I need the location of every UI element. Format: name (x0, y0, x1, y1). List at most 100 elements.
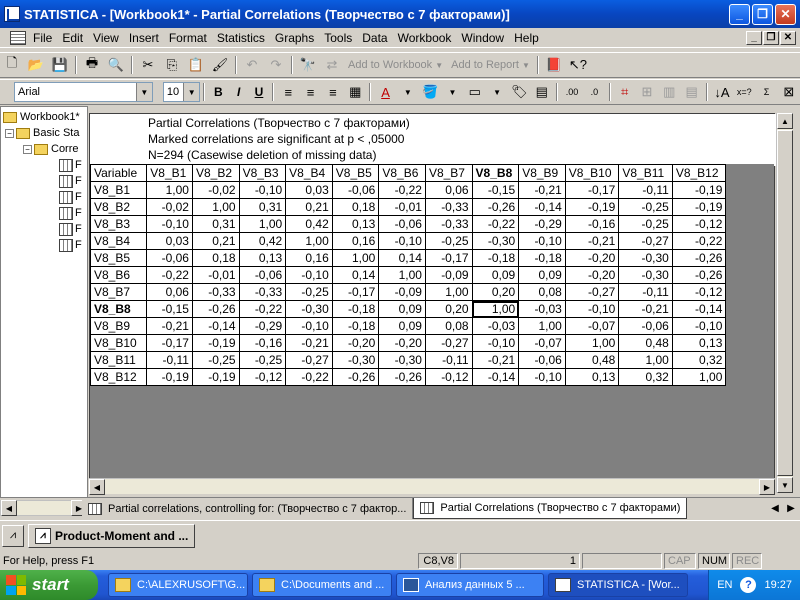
table-cell[interactable]: 0,09 (471, 266, 520, 284)
tree-node-sheet[interactable]: F (59, 157, 82, 173)
collapse-icon[interactable]: − (5, 128, 14, 138)
font-size-select[interactable]: 10 ▼ (162, 82, 201, 102)
table-cell[interactable]: -0,10 (146, 215, 193, 233)
table-cell[interactable]: -0,10 (285, 266, 333, 284)
table-cell[interactable]: -0,06 (146, 249, 193, 267)
table-cell[interactable]: -0,22 (378, 181, 426, 199)
table-cell[interactable]: -0,25 (191, 351, 240, 369)
table-cell[interactable]: -0,30 (285, 300, 333, 318)
table-cell[interactable]: -0,21 (518, 181, 566, 199)
taskbar-item-statistica[interactable]: STATISTICA - [Wor... (548, 573, 688, 597)
table-cell[interactable]: -0,12 (671, 215, 727, 233)
table-cell[interactable]: -0,10 (671, 317, 727, 335)
table-cell[interactable]: -0,10 (564, 300, 620, 318)
table-cell[interactable]: -0,14 (471, 368, 520, 386)
mdi-close-button[interactable]: ✕ (780, 30, 796, 45)
chevron-down-icon[interactable]: ▼ (183, 83, 200, 101)
row-header[interactable]: V8_B5 (89, 249, 148, 267)
table-cell[interactable]: -0,19 (671, 198, 727, 216)
table-cell[interactable]: -0,14 (191, 317, 240, 335)
table-cell[interactable]: -0,01 (191, 266, 240, 284)
table-cell[interactable]: 0,21 (191, 232, 240, 250)
format-cells-icon[interactable]: ▦ (345, 82, 365, 102)
table-cell[interactable]: 0,20 (471, 283, 520, 301)
table-cell[interactable]: -0,26 (191, 300, 240, 318)
table-cell[interactable]: -0,21 (285, 334, 333, 352)
column-header[interactable]: V8_B2 (191, 164, 240, 182)
increase-decimal-icon[interactable]: .00 (562, 82, 582, 102)
sheet-horizontal-scrollbar[interactable]: ◀ ▶ (89, 478, 775, 495)
table-cell[interactable]: -0,27 (564, 283, 620, 301)
help-icon[interactable]: ? (740, 577, 757, 593)
decrease-decimal-icon[interactable]: .0 (584, 82, 604, 102)
table-cell[interactable]: -0,18 (331, 317, 380, 335)
menu-tools[interactable]: Tools (319, 31, 357, 45)
table-cell[interactable]: 1,00 (618, 351, 673, 369)
table-cell[interactable]: 0,09 (378, 317, 426, 335)
insert-table-icon[interactable]: ⊞ (637, 82, 657, 102)
table-cell[interactable]: -0,18 (331, 300, 380, 318)
table-cell[interactable]: -0,19 (191, 334, 240, 352)
table-cell[interactable]: -0,33 (191, 283, 240, 301)
taskbar-item-word-document[interactable]: Анализ данных 5 ... (396, 573, 544, 597)
tree-node-basic-stats[interactable]: − Basic Sta (5, 125, 79, 141)
document-icon[interactable] (10, 30, 26, 45)
italic-button[interactable]: I (229, 82, 249, 102)
table-cell[interactable]: -0,26 (671, 266, 727, 284)
tab-partial-correlations[interactable]: Partial Correlations (Творчество с 7 фак… (413, 498, 688, 519)
table-cell[interactable]: -0,20 (564, 266, 620, 284)
table-cell[interactable]: -0,15 (146, 300, 193, 318)
grid-icon[interactable]: ▤ (532, 82, 552, 102)
table-cell[interactable]: 0,18 (191, 249, 240, 267)
sheet-vertical-scrollbar[interactable]: ▲ ▼ (776, 113, 793, 493)
tree-node-sheet[interactable]: F (59, 173, 82, 189)
table-cell[interactable]: 0,06 (146, 283, 193, 301)
table-cell[interactable]: -0,27 (618, 232, 673, 250)
table-cell[interactable]: -0,21 (471, 351, 520, 369)
add-to-report-button[interactable]: Add to Report ▼ (447, 59, 534, 71)
table-cell[interactable]: 1,00 (238, 215, 287, 233)
table-cell[interactable]: -0,10 (518, 368, 566, 386)
table-cell[interactable]: -0,10 (518, 232, 566, 250)
table-cell[interactable]: 0,42 (285, 215, 333, 233)
scroll-up-icon[interactable]: ▲ (777, 113, 793, 129)
table-cell[interactable]: 1,00 (378, 266, 426, 284)
scroll-thumb[interactable] (777, 130, 793, 476)
table-cell[interactable]: -0,22 (238, 300, 287, 318)
menu-help[interactable]: Help (509, 31, 544, 45)
table-cell[interactable]: -0,06 (331, 181, 380, 199)
tab-prev-icon[interactable]: ◀ (768, 503, 782, 514)
table-cell[interactable]: -0,10 (378, 232, 426, 250)
table-cell[interactable]: 1,00 (331, 249, 380, 267)
menu-statistics[interactable]: Statistics (212, 31, 270, 45)
column-header[interactable]: V8_B4 (285, 164, 333, 182)
cut-table-icon[interactable]: ⌗ (615, 82, 635, 102)
context-help-icon[interactable]: ↖? (567, 55, 589, 75)
book-icon[interactable]: 📕 (543, 55, 565, 75)
table-cell[interactable]: -0,27 (285, 351, 333, 369)
tree-node-sheet[interactable]: F (59, 237, 82, 253)
table-cell[interactable]: -0,19 (564, 198, 620, 216)
table-cell[interactable]: 0,32 (671, 351, 727, 369)
table-cell[interactable]: -0,12 (424, 368, 473, 386)
table-cell[interactable]: -0,19 (191, 368, 240, 386)
table-cell[interactable]: 0,18 (331, 198, 380, 216)
menu-insert[interactable]: Insert (124, 31, 164, 45)
redo-icon[interactable]: ↷ (265, 55, 287, 75)
tab-next-icon[interactable]: ▶ (784, 503, 798, 514)
table-cell[interactable]: -0,27 (424, 334, 473, 352)
column-header[interactable]: V8_B7 (424, 164, 473, 182)
menu-data[interactable]: Data (357, 31, 392, 45)
table-cell[interactable]: 1,00 (671, 368, 727, 386)
table-cell[interactable]: -0,09 (378, 283, 426, 301)
table-cell[interactable]: -0,18 (471, 249, 520, 267)
row-header[interactable]: V8_B2 (89, 198, 148, 216)
mdi-restore-button[interactable]: ❐ (763, 30, 779, 45)
table-cell[interactable]: -0,06 (518, 351, 566, 369)
table-cell[interactable]: -0,25 (618, 215, 673, 233)
menu-file[interactable]: File (28, 31, 57, 45)
marking-icon[interactable]: 🏷 (509, 82, 529, 102)
merge-icon[interactable]: ⊠ (779, 82, 799, 102)
tab-partial-correlations-controlling[interactable]: Partial correlations, controlling for: (… (82, 498, 414, 519)
table-cell[interactable]: -0,03 (518, 300, 566, 318)
